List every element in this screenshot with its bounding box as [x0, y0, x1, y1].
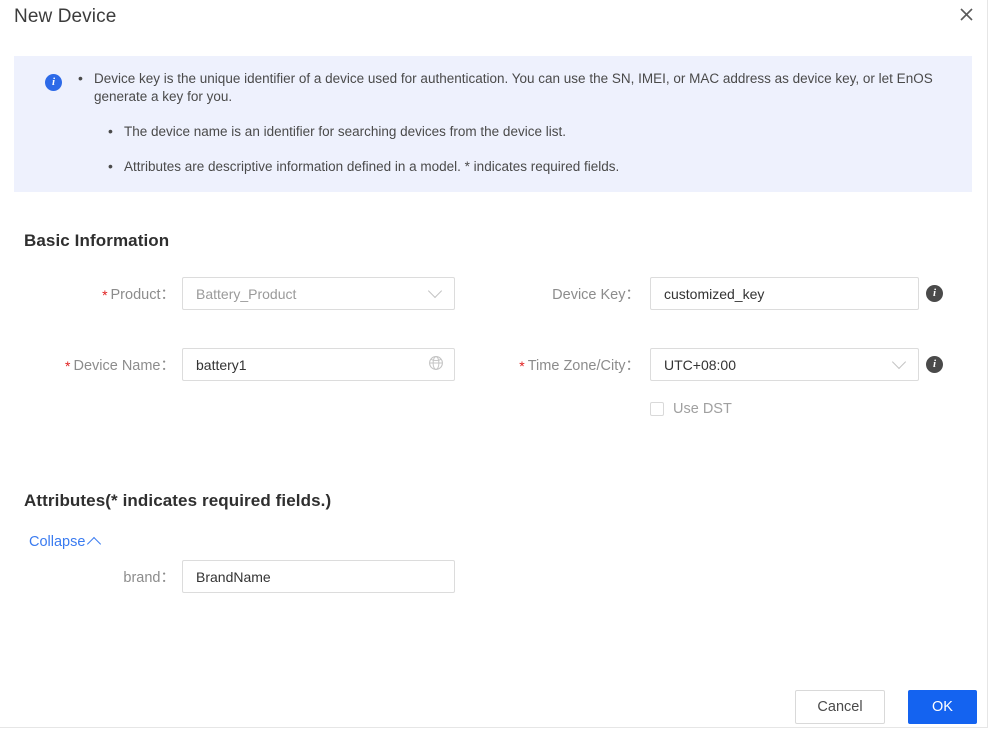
field-label-brand: brand：	[123, 570, 175, 586]
use-dst-label: Use DST	[673, 401, 732, 417]
dialog-header: New Device	[0, 0, 987, 42]
info-banner-item: The device name is an identifier for sea…	[94, 122, 958, 141]
checkbox-box-icon[interactable]	[650, 402, 664, 416]
page-title: New Device	[14, 6, 117, 27]
required-asterisk: *	[65, 358, 71, 374]
device-name-input[interactable]: battery1	[182, 348, 455, 381]
chevron-down-icon	[427, 283, 443, 298]
section-title-basic-information: Basic Information	[24, 231, 170, 250]
field-label-device-name: * Device Name：	[65, 358, 175, 374]
brand-input[interactable]: BrandName	[182, 560, 455, 593]
product-select-value: Battery_Product	[196, 285, 297, 302]
chevron-down-icon	[891, 354, 907, 369]
ok-button[interactable]: OK	[908, 690, 977, 724]
device-key-info-icon[interactable]: i	[926, 285, 943, 302]
collapse-label: Collapse	[29, 534, 86, 550]
globe-language-icon[interactable]	[428, 355, 444, 374]
device-key-input[interactable]: customized_key	[650, 277, 919, 310]
caret-up-icon	[87, 536, 102, 552]
info-banner: Device key is the unique identifier of a…	[14, 56, 972, 192]
info-circle-icon: i	[45, 74, 62, 91]
product-select[interactable]: Battery_Product	[182, 277, 455, 310]
required-asterisk: *	[519, 358, 525, 374]
field-label-product: * Product：	[102, 287, 175, 303]
use-dst-checkbox[interactable]: Use DST	[650, 401, 732, 417]
info-banner-item: Attributes are descriptive information d…	[94, 157, 958, 176]
field-label-time-zone: * Time Zone/City：	[519, 358, 640, 374]
time-zone-info-icon[interactable]: i	[926, 356, 943, 373]
required-asterisk: *	[102, 287, 108, 303]
device-name-value: battery1	[196, 356, 247, 373]
collapse-toggle[interactable]: Collapse	[29, 534, 102, 552]
brand-value: BrandName	[196, 568, 271, 585]
info-banner-list: Device key is the unique identifier of a…	[28, 69, 958, 176]
new-device-dialog: New Device Device key is the unique iden…	[0, 0, 988, 728]
time-zone-value: UTC+08:00	[664, 356, 736, 373]
info-banner-item: Device key is the unique identifier of a…	[78, 69, 958, 106]
section-title-attributes: Attributes(* indicates required fields.)	[24, 491, 332, 510]
time-zone-select[interactable]: UTC+08:00	[650, 348, 919, 381]
cancel-button[interactable]: Cancel	[795, 690, 885, 724]
field-label-device-key: Device Key：	[552, 287, 640, 303]
device-key-value: customized_key	[664, 285, 765, 302]
close-icon[interactable]	[955, 3, 977, 25]
